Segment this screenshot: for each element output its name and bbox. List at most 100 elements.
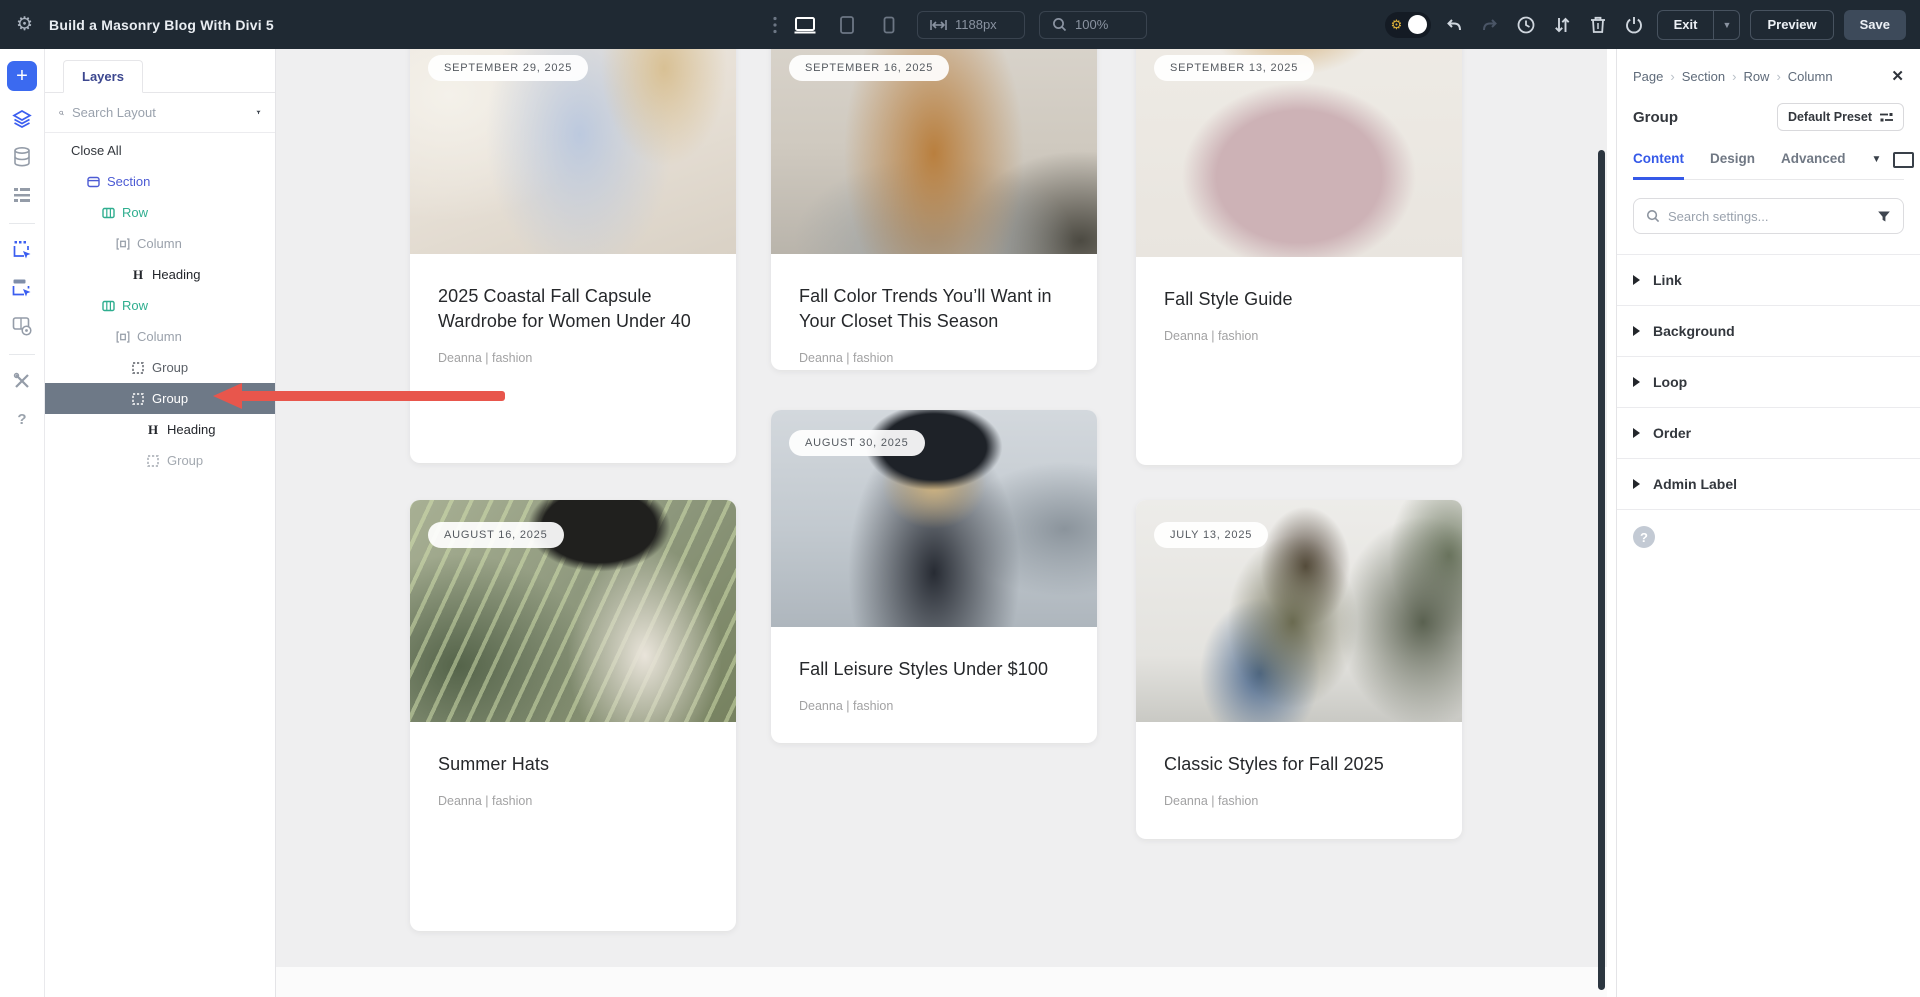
undo-icon[interactable] [1441, 12, 1467, 38]
redo-icon[interactable] [1477, 12, 1503, 38]
search-icon [1646, 209, 1660, 223]
breadcrumb-separator: › [1776, 69, 1780, 84]
tools-icon[interactable] [10, 369, 34, 393]
more-options-icon[interactable] [773, 16, 777, 34]
settings-section-order[interactable]: Order [1617, 408, 1920, 459]
trash-icon[interactable] [1585, 12, 1611, 38]
breadcrumb-item-column[interactable]: Column [1788, 69, 1833, 84]
layers-tree-item-group[interactable]: Group [45, 352, 275, 383]
post-meta[interactable]: Deanna | fashion [799, 351, 1069, 365]
settings-search [1633, 198, 1904, 234]
post-featured-image-woman-in-black-hat-with-palm-leaf: AUGUST 16, 2025 [410, 500, 736, 722]
post-card[interactable]: SEPTEMBER 16, 2025 Fall Color Trends You… [771, 49, 1097, 370]
post-title[interactable]: Fall Style Guide [1164, 287, 1434, 312]
layers-icon[interactable] [10, 107, 34, 131]
module-title: Group [1633, 109, 1678, 126]
breadcrumb: Page›Section›Row›Column ✕ [1633, 67, 1904, 85]
save-button[interactable]: Save [1844, 10, 1906, 40]
post-card[interactable]: SEPTEMBER 13, 2025 Fall Style Guide Dean… [1136, 49, 1462, 465]
post-title[interactable]: Classic Styles for Fall 2025 [1164, 752, 1434, 777]
responsive-preview-icon[interactable] [1893, 152, 1914, 168]
search-icon [59, 106, 64, 120]
post-meta[interactable]: Deanna | fashion [1164, 329, 1434, 343]
arrow-head [213, 383, 242, 409]
post-date-badge: SEPTEMBER 16, 2025 [789, 55, 949, 81]
post-card[interactable]: JULY 13, 2025 Classic Styles for Fall 20… [1136, 500, 1462, 839]
left-toolbar: + ? [0, 49, 45, 997]
preview-button[interactable]: Preview [1750, 10, 1833, 40]
builder-theme-toggle[interactable]: ⚙ [1385, 12, 1431, 38]
layers-tree-item-column[interactable]: Column [45, 228, 275, 259]
tab-content[interactable]: Content [1633, 151, 1684, 180]
post-title[interactable]: Summer Hats [438, 752, 708, 777]
tablet-icon[interactable] [833, 11, 861, 39]
post-date-badge: AUGUST 16, 2025 [428, 522, 564, 548]
post-date-badge: JULY 13, 2025 [1154, 522, 1268, 548]
post-title[interactable]: Fall Leisure Styles Under $100 [799, 657, 1069, 682]
breadcrumb-separator: › [1732, 69, 1736, 84]
canvas-scrollbar[interactable] [1598, 150, 1605, 990]
phone-icon[interactable] [875, 11, 903, 39]
expand-arrow-icon [1633, 377, 1640, 387]
expand-arrow-icon [1633, 326, 1640, 336]
close-all-button[interactable]: Close All [45, 135, 275, 166]
post-title[interactable]: Fall Color Trends You’ll Want in Your Cl… [799, 284, 1069, 334]
settings-section-admin-label[interactable]: Admin Label [1617, 459, 1920, 510]
post-title[interactable]: 2025 Coastal Fall Capsule Wardrobe for W… [438, 284, 708, 334]
layers-tab[interactable]: Layers [63, 60, 143, 93]
database-icon[interactable] [10, 145, 34, 169]
add-icon[interactable]: + [7, 61, 37, 91]
builder-canvas[interactable]: SEPTEMBER 29, 2025 2025 Coastal Fall Cap… [276, 49, 1616, 997]
expand-arrow-icon [1633, 479, 1640, 489]
desktop-icon[interactable] [791, 11, 819, 39]
layers-tree-item-group[interactable]: Group [45, 445, 275, 476]
list-icon[interactable] [10, 183, 34, 207]
help-icon[interactable]: ? [10, 407, 34, 431]
select-module-icon[interactable] [10, 238, 34, 262]
sort-icon[interactable] [1549, 12, 1575, 38]
post-meta[interactable]: Deanna | fashion [799, 699, 1069, 713]
filter-icon[interactable] [1877, 210, 1891, 223]
toolbar-divider [9, 354, 35, 355]
post-date-badge: AUGUST 30, 2025 [789, 430, 925, 456]
history-icon[interactable] [1513, 12, 1539, 38]
breadcrumb-item-page[interactable]: Page [1633, 69, 1663, 84]
exit-button[interactable]: Exit [1658, 11, 1714, 39]
post-date-badge: SEPTEMBER 29, 2025 [428, 55, 588, 81]
power-icon[interactable] [1621, 12, 1647, 38]
post-meta[interactable]: Deanna | fashion [438, 794, 708, 808]
gear-icon[interactable]: ⚙ [16, 15, 33, 34]
settings-section-background[interactable]: Background [1617, 306, 1920, 357]
canvas-width-value: 1188px [955, 17, 997, 32]
default-preset-button[interactable]: Default Preset [1777, 103, 1904, 131]
layers-tree-item-column[interactable]: Column [45, 321, 275, 352]
exit-dropdown-caret[interactable]: ▼ [1713, 11, 1739, 39]
toolbar-divider [9, 223, 35, 224]
breadcrumb-item-section[interactable]: Section [1682, 69, 1725, 84]
layers-tab-row: Layers [45, 49, 275, 93]
layers-tree-item-row[interactable]: Row [45, 197, 275, 228]
zoom-control[interactable]: 100% [1039, 11, 1147, 39]
settings-section-link[interactable]: Link [1617, 255, 1920, 306]
post-card[interactable]: AUGUST 30, 2025 Fall Leisure Styles Unde… [771, 410, 1097, 743]
layers-tree-item-section[interactable]: Section [45, 166, 275, 197]
settings-section-loop[interactable]: Loop [1617, 357, 1920, 408]
filter-icon[interactable] [256, 106, 261, 119]
close-icon[interactable]: ✕ [1891, 67, 1904, 85]
settings-search-input[interactable] [1668, 209, 1869, 224]
tab-design[interactable]: Design [1710, 151, 1755, 180]
select-module-alt-icon[interactable] [10, 276, 34, 300]
tab-overflow-caret[interactable]: ▼ [1872, 154, 1882, 165]
layers-tree-item-row[interactable]: Row [45, 290, 275, 321]
post-card[interactable]: AUGUST 16, 2025 Summer Hats Deanna | fas… [410, 500, 736, 931]
module-visibility-icon[interactable] [10, 314, 34, 338]
canvas-width-control[interactable]: 1188px [917, 11, 1025, 39]
tab-advanced[interactable]: Advanced [1781, 151, 1846, 180]
post-meta[interactable]: Deanna | fashion [438, 351, 708, 365]
layers-tree-item-heading[interactable]: H Heading [45, 414, 275, 445]
breadcrumb-item-row[interactable]: Row [1743, 69, 1769, 84]
layers-tree-item-heading[interactable]: H Heading [45, 259, 275, 290]
help-icon[interactable]: ? [1633, 526, 1655, 548]
post-meta[interactable]: Deanna | fashion [1164, 794, 1434, 808]
layers-search-input[interactable] [72, 105, 248, 120]
